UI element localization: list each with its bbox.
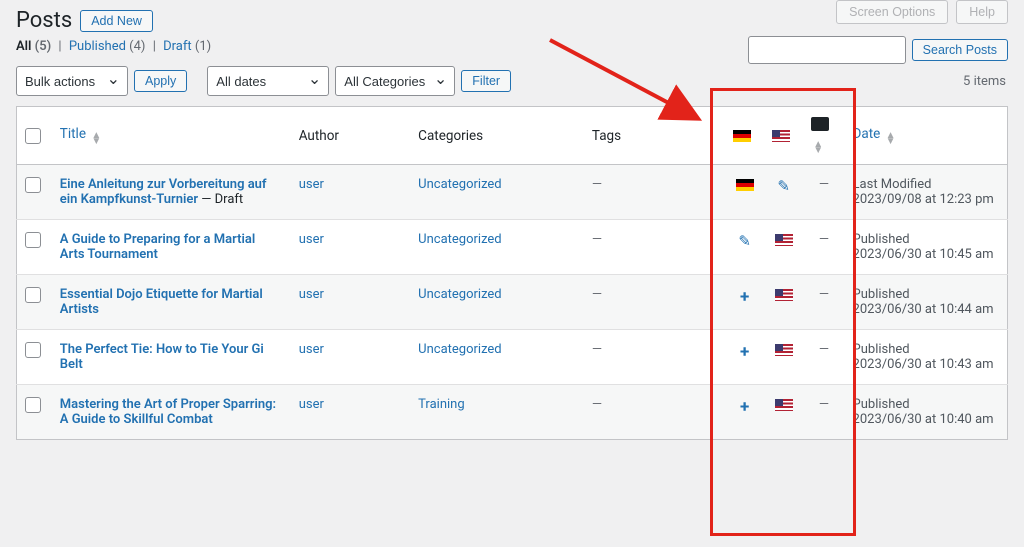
row-checkbox[interactable] bbox=[25, 177, 41, 193]
plus-icon[interactable]: + bbox=[740, 397, 749, 417]
table-row: A Guide to Preparing for a Martial Arts … bbox=[17, 220, 1008, 275]
table-row: The Perfect Tie: How to Tie Your Gi Belt… bbox=[17, 330, 1008, 385]
date-value: 2023/06/30 at 10:45 am bbox=[853, 247, 994, 262]
comments-count: — bbox=[819, 342, 829, 357]
table-row: Mastering the Art of Proper Sparring: A … bbox=[17, 385, 1008, 440]
col-author: Author bbox=[291, 107, 410, 165]
col-title[interactable]: Title ▲▼ bbox=[52, 107, 291, 165]
add-new-button[interactable]: Add New bbox=[80, 10, 153, 32]
help-button[interactable]: Help bbox=[956, 0, 1008, 24]
tags-value: — bbox=[592, 232, 602, 247]
date-value: 2023/06/30 at 10:40 am bbox=[853, 412, 994, 427]
post-title-link[interactable]: The Perfect Tie: How to Tie Your Gi Belt bbox=[60, 342, 264, 372]
author-link[interactable]: user bbox=[299, 177, 324, 192]
comments-count: — bbox=[819, 397, 829, 412]
german-flag-icon[interactable] bbox=[736, 179, 754, 191]
date-value: 2023/06/30 at 10:43 am bbox=[853, 357, 994, 372]
items-count: 5 items bbox=[963, 74, 1008, 89]
row-checkbox[interactable] bbox=[25, 397, 41, 413]
author-link[interactable]: user bbox=[299, 287, 324, 302]
date-value: 2023/09/08 at 12:23 pm bbox=[853, 192, 994, 207]
col-german-flag[interactable] bbox=[725, 107, 764, 165]
table-row: Eine Anleitung zur Vorbereitung auf ein … bbox=[17, 165, 1008, 220]
author-link[interactable]: user bbox=[299, 342, 324, 357]
col-tags: Tags bbox=[584, 107, 725, 165]
sort-icon: ▲▼ bbox=[91, 133, 101, 145]
us-flag-icon bbox=[772, 130, 790, 142]
col-date[interactable]: Date ▲▼ bbox=[845, 107, 1008, 165]
plus-icon[interactable]: + bbox=[740, 287, 749, 307]
date-status: Published bbox=[853, 397, 910, 412]
post-state: — Draft bbox=[198, 192, 243, 207]
tags-value: — bbox=[592, 177, 602, 192]
tags-value: — bbox=[592, 342, 602, 357]
pencil-icon[interactable]: ✎ bbox=[738, 232, 751, 250]
search-posts-button[interactable]: Search Posts bbox=[912, 39, 1008, 61]
comment-icon bbox=[811, 117, 829, 131]
us-flag-icon[interactable] bbox=[775, 234, 793, 246]
us-flag-icon[interactable] bbox=[775, 289, 793, 301]
filter-draft[interactable]: Draft (1) bbox=[163, 39, 211, 54]
tags-value: — bbox=[592, 397, 602, 412]
author-link[interactable]: user bbox=[299, 397, 324, 412]
us-flag-icon[interactable] bbox=[775, 344, 793, 356]
dates-select[interactable]: All dates bbox=[207, 66, 329, 96]
tags-value: — bbox=[592, 287, 602, 302]
post-title-link[interactable]: Mastering the Art of Proper Sparring: A … bbox=[60, 397, 276, 427]
post-title-link[interactable]: A Guide to Preparing for a Martial Arts … bbox=[60, 232, 255, 262]
bulk-actions-select[interactable]: Bulk actions bbox=[16, 66, 128, 96]
date-status: Last Modified bbox=[853, 177, 932, 192]
categories-select[interactable]: All Categories bbox=[335, 66, 455, 96]
category-link[interactable]: Uncategorized bbox=[418, 232, 501, 247]
comments-count: — bbox=[819, 232, 829, 247]
german-flag-icon bbox=[733, 130, 751, 142]
page-title: Posts bbox=[16, 8, 72, 33]
row-checkbox[interactable] bbox=[25, 342, 41, 358]
col-categories: Categories bbox=[410, 107, 584, 165]
post-title-link[interactable]: Essential Dojo Etiquette for Martial Art… bbox=[60, 287, 263, 317]
date-status: Published bbox=[853, 287, 910, 302]
filter-all[interactable]: All (5) bbox=[16, 39, 51, 54]
plus-icon[interactable]: + bbox=[740, 342, 749, 362]
date-status: Published bbox=[853, 342, 910, 357]
category-link[interactable]: Uncategorized bbox=[418, 177, 501, 192]
filter-published[interactable]: Published (4) bbox=[69, 39, 146, 54]
comments-count: — bbox=[819, 177, 829, 192]
comments-count: — bbox=[819, 287, 829, 302]
table-row: Essential Dojo Etiquette for Martial Art… bbox=[17, 275, 1008, 330]
sort-icon: ▲▼ bbox=[813, 142, 823, 154]
date-status: Published bbox=[853, 232, 910, 247]
category-link[interactable]: Training bbox=[418, 397, 464, 412]
apply-button[interactable]: Apply bbox=[134, 70, 187, 92]
author-link[interactable]: user bbox=[299, 232, 324, 247]
select-all-checkbox[interactable] bbox=[25, 128, 41, 144]
row-checkbox[interactable] bbox=[25, 232, 41, 248]
search-input[interactable] bbox=[748, 36, 906, 64]
filter-button[interactable]: Filter bbox=[461, 70, 511, 92]
date-value: 2023/06/30 at 10:44 am bbox=[853, 302, 994, 317]
category-link[interactable]: Uncategorized bbox=[418, 342, 501, 357]
sort-icon: ▲▼ bbox=[886, 133, 896, 145]
category-link[interactable]: Uncategorized bbox=[418, 287, 501, 302]
col-comments[interactable]: ▲▼ bbox=[803, 107, 844, 165]
col-us-flag[interactable] bbox=[764, 107, 803, 165]
row-checkbox[interactable] bbox=[25, 287, 41, 303]
posts-table: Title ▲▼ Author Categories Tags ▲▼ Date … bbox=[16, 106, 1008, 440]
pencil-icon[interactable]: ✎ bbox=[777, 177, 790, 195]
screen-options-button[interactable]: Screen Options bbox=[836, 0, 948, 24]
us-flag-icon[interactable] bbox=[775, 399, 793, 411]
